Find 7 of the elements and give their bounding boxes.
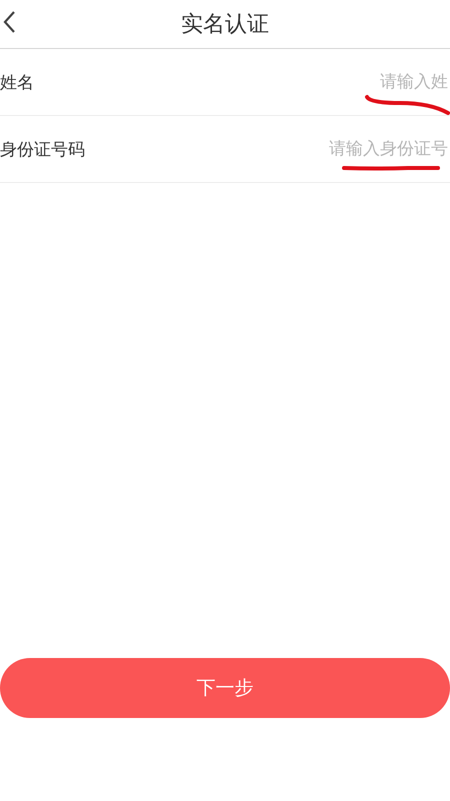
- back-icon[interactable]: [2, 10, 16, 34]
- next-button[interactable]: 下一步: [0, 658, 450, 718]
- input-field[interactable]: 请输入姓: [248, 72, 448, 92]
- page-title: 实名认证: [181, 11, 269, 39]
- field-label: 姓名: [0, 72, 34, 94]
- input-field[interactable]: 请输入身份证号: [248, 139, 448, 159]
- field-label: 身份证号码: [0, 138, 85, 160]
